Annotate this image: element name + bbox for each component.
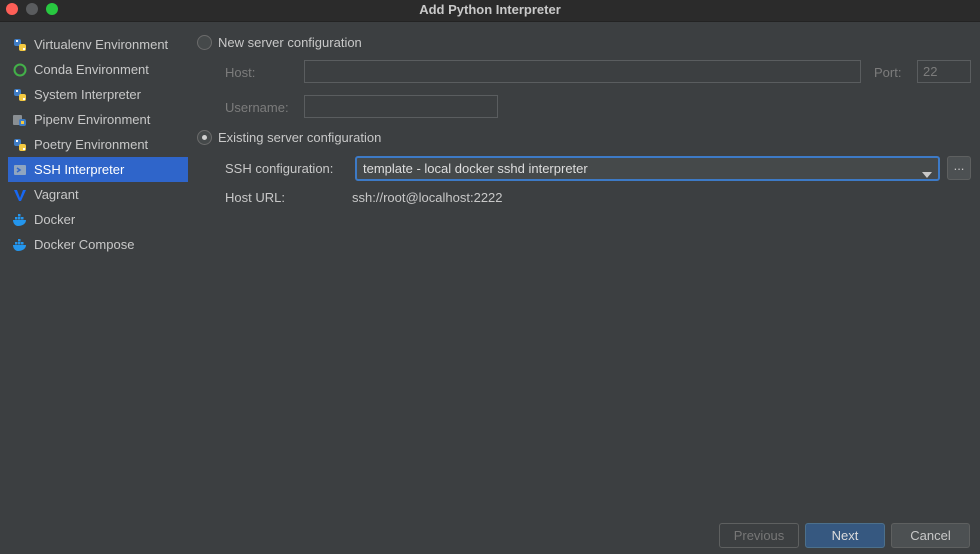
port-label: Port: — [874, 65, 902, 80]
host-url-label: Host URL: — [225, 190, 285, 205]
host-input[interactable] — [304, 60, 861, 83]
host-label: Host: — [225, 65, 256, 80]
sidebar-item-label: Poetry Environment — [34, 137, 149, 152]
new-server-radio[interactable] — [197, 35, 212, 50]
sidebar-item-docker-compose[interactable]: Docker Compose — [8, 232, 188, 257]
sidebar-item-label: System Interpreter — [34, 87, 141, 102]
host-url-value: ssh://root@localhost:2222 — [352, 190, 503, 205]
sidebar-item-label: Docker — [34, 212, 76, 227]
ssh-icon — [12, 162, 28, 178]
pipenv-icon — [12, 112, 28, 128]
sidebar-item-virtualenv[interactable]: Virtualenv Environment — [8, 32, 188, 57]
title-bar: Add Python Interpreter — [0, 0, 980, 22]
dropdown-arrow-icon — [922, 166, 932, 181]
sidebar-item-docker[interactable]: Docker — [8, 207, 188, 232]
python-icon — [12, 87, 28, 103]
sidebar-item-ssh-interpreter[interactable]: SSH Interpreter — [8, 157, 188, 182]
port-input[interactable] — [917, 60, 971, 83]
existing-server-radio-label[interactable]: Existing server configuration — [218, 130, 381, 145]
sidebar-item-label: Docker Compose — [34, 237, 135, 252]
poetry-icon — [12, 137, 28, 153]
browse-ssh-configurations-button[interactable]: ... — [947, 156, 971, 180]
username-label: Username: — [225, 100, 289, 115]
ssh-configuration-value: template - local docker sshd interpreter — [363, 161, 588, 176]
sidebar-item-pipenv[interactable]: Pipenv Environment — [8, 107, 188, 132]
username-input[interactable] — [304, 95, 498, 118]
sidebar-item-poetry[interactable]: Poetry Environment — [8, 132, 188, 157]
sidebar-item-vagrant[interactable]: Vagrant — [8, 182, 188, 207]
sidebar-item-system-interpreter[interactable]: System Interpreter — [8, 82, 188, 107]
ssh-configuration-label: SSH configuration: — [225, 161, 334, 176]
cancel-button[interactable]: Cancel — [891, 523, 970, 548]
interpreter-type-list: Virtualenv Environment Conda Environment… — [0, 23, 190, 554]
conda-icon — [12, 62, 28, 78]
python-icon — [12, 37, 28, 53]
docker-icon — [12, 212, 28, 228]
window-title: Add Python Interpreter — [419, 2, 561, 17]
ssh-configuration-dropdown[interactable]: template - local docker sshd interpreter — [355, 156, 940, 181]
previous-button[interactable]: Previous — [719, 523, 799, 548]
vagrant-icon — [12, 187, 28, 203]
existing-server-radio[interactable] — [197, 130, 212, 145]
sidebar-item-label: Virtualenv Environment — [34, 37, 169, 52]
new-server-radio-label[interactable]: New server configuration — [218, 35, 362, 50]
docker-compose-icon — [12, 237, 28, 253]
next-button[interactable]: Next — [805, 523, 885, 548]
sidebar-item-label: SSH Interpreter — [34, 162, 125, 177]
sidebar-item-label: Conda Environment — [34, 62, 149, 77]
sidebar-item-label: Pipenv Environment — [34, 112, 151, 127]
sidebar-item-conda[interactable]: Conda Environment — [8, 57, 188, 82]
sidebar-item-label: Vagrant — [34, 187, 79, 202]
